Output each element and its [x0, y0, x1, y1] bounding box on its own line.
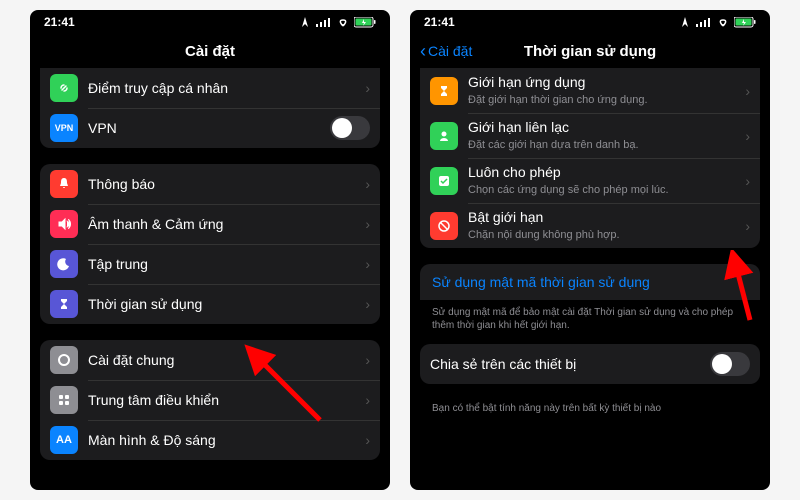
row-label: Âm thanh & Cảm ứng — [88, 216, 359, 233]
row-label: Tập trung — [88, 256, 359, 273]
status-time: 21:41 — [424, 15, 455, 29]
chevron-right-icon: › — [365, 352, 370, 368]
hourglass-icon — [430, 77, 458, 105]
vpn-toggle[interactable] — [330, 116, 370, 140]
row-subtitle: Đặt các giới hạn dựa trên danh bạ. — [468, 138, 739, 152]
chevron-right-icon: › — [365, 256, 370, 272]
row-label: Giới hạn liên lạc — [468, 119, 739, 136]
row-content-restrictions[interactable]: Bật giới hạn Chặn nội dung không phù hợp… — [420, 203, 760, 248]
person-icon — [430, 122, 458, 150]
chevron-right-icon: › — [365, 216, 370, 232]
control-icon — [50, 386, 78, 414]
row-label: Chia sẻ trên các thiết bị — [430, 356, 704, 373]
navbar-settings: Cài đặt — [30, 34, 390, 68]
settings-group-general: Cài đặt chung › Trung tâm điều khiển › A… — [40, 340, 380, 460]
row-vpn[interactable]: VPN VPN — [40, 108, 380, 148]
row-label: Cài đặt chung — [88, 352, 359, 369]
share-toggle[interactable] — [710, 352, 750, 376]
row-label: VPN — [88, 120, 324, 137]
row-screentime[interactable]: Thời gian sử dụng › — [40, 284, 380, 324]
gear-icon — [50, 346, 78, 374]
vpn-icon: VPN — [50, 114, 78, 142]
wifi-icon — [336, 17, 350, 27]
chevron-right-icon: › — [365, 392, 370, 408]
row-subtitle: Chọn các ứng dụng sẽ cho phép mọi lúc. — [468, 183, 739, 197]
share-footnote: Bạn có thể bật tính năng này trên bất kỳ… — [420, 400, 760, 427]
wifi-icon — [716, 17, 730, 27]
row-label: Trung tâm điều khiển — [88, 392, 359, 409]
back-label: Cài đặt — [428, 43, 472, 59]
row-label: Thời gian sử dụng — [88, 296, 359, 313]
limits-group: Giới hạn ứng dụng Đặt giới hạn thời gian… — [420, 68, 760, 248]
chevron-right-icon: › — [745, 83, 750, 99]
row-always-allowed[interactable]: Luôn cho phép Chọn các ứng dụng sẽ cho p… — [420, 158, 760, 203]
chevron-right-icon: › — [365, 80, 370, 96]
check-icon — [430, 167, 458, 195]
location-icon — [678, 17, 692, 27]
location-icon — [298, 17, 312, 27]
row-general[interactable]: Cài đặt chung › — [40, 340, 380, 380]
chevron-right-icon: › — [745, 128, 750, 144]
row-label: Thông báo — [88, 176, 359, 193]
share-group: Chia sẻ trên các thiết bị — [420, 344, 760, 384]
status-bar: 21:41 — [30, 10, 390, 34]
row-focus[interactable]: Tập trung › — [40, 244, 380, 284]
row-control-center[interactable]: Trung tâm điều khiển › — [40, 380, 380, 420]
bell-icon — [50, 170, 78, 198]
row-share-devices[interactable]: Chia sẻ trên các thiết bị — [420, 344, 760, 384]
page-title: Thời gian sử dụng — [524, 43, 656, 60]
row-display[interactable]: AA Màn hình & Độ sáng › — [40, 420, 380, 460]
moon-icon — [50, 250, 78, 278]
settings-scroll[interactable]: Điểm truy cập cá nhân › VPN VPN Thông bá… — [30, 68, 390, 490]
chevron-right-icon: › — [745, 218, 750, 234]
phone-settings: 21:41 Cài đặt Điểm truy cập cá nhân › VP… — [30, 10, 390, 490]
row-subtitle: Chặn nội dung không phù hợp. — [468, 228, 739, 242]
battery-icon — [354, 17, 376, 28]
sound-icon — [50, 210, 78, 238]
screentime-scroll[interactable]: Giới hạn ứng dụng Đặt giới hạn thời gian… — [410, 68, 770, 490]
chevron-left-icon: ‹ — [420, 41, 426, 62]
signal-icon — [316, 17, 332, 27]
status-time: 21:41 — [44, 15, 75, 29]
signal-icon — [696, 17, 712, 27]
back-button[interactable]: ‹ Cài đặt — [420, 41, 472, 62]
row-label: Màn hình & Độ sáng — [88, 432, 359, 449]
row-label: Giới hạn ứng dụng — [468, 74, 739, 91]
navbar-screentime: ‹ Cài đặt Thời gian sử dụng — [410, 34, 770, 68]
passcode-link-label: Sử dụng mật mã thời gian sử dụng — [432, 274, 650, 290]
passcode-link[interactable]: Sử dụng mật mã thời gian sử dụng — [420, 264, 760, 300]
row-hotspot[interactable]: Điểm truy cập cá nhân › — [40, 68, 380, 108]
row-notifications[interactable]: Thông báo › — [40, 164, 380, 204]
row-label: Bật giới hạn — [468, 209, 739, 226]
status-bar: 21:41 — [410, 10, 770, 34]
chevron-right-icon: › — [365, 432, 370, 448]
chevron-right-icon: › — [745, 173, 750, 189]
passcode-footnote: Sử dụng mật mã để bảo mật cài đặt Thời g… — [420, 300, 760, 344]
chevron-right-icon: › — [365, 296, 370, 312]
link-icon — [50, 74, 78, 102]
page-title: Cài đặt — [185, 43, 235, 60]
row-label: Điểm truy cập cá nhân — [88, 80, 359, 97]
row-sound[interactable]: Âm thanh & Cảm ứng › — [40, 204, 380, 244]
row-label: Luôn cho phép — [468, 164, 739, 181]
aa-icon: AA — [50, 426, 78, 454]
hourglass-icon — [50, 290, 78, 318]
status-icons — [678, 17, 756, 28]
battery-icon — [734, 17, 756, 28]
row-subtitle: Đặt giới hạn thời gian cho ứng dụng. — [468, 93, 739, 107]
row-comm-limits[interactable]: Giới hạn liên lạc Đặt các giới hạn dựa t… — [420, 113, 760, 158]
settings-group-sounds: Thông báo › Âm thanh & Cảm ứng › Tập tru… — [40, 164, 380, 324]
chevron-right-icon: › — [365, 176, 370, 192]
block-icon — [430, 212, 458, 240]
row-app-limits[interactable]: Giới hạn ứng dụng Đặt giới hạn thời gian… — [420, 68, 760, 113]
settings-group-network: Điểm truy cập cá nhân › VPN VPN — [40, 68, 380, 148]
phone-screentime: 21:41 ‹ Cài đặt Thời gian sử dụng Giới h… — [410, 10, 770, 490]
status-icons — [298, 17, 376, 28]
